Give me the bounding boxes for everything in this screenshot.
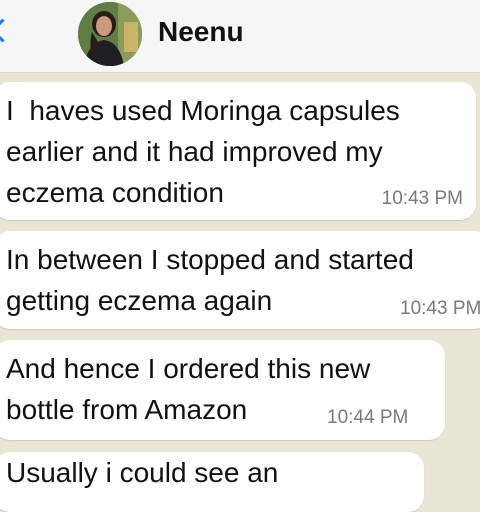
message-timestamp: 10:43 PM xyxy=(381,188,463,209)
message-bubble[interactable]: In between I stopped and started getting… xyxy=(0,231,480,329)
avatar[interactable] xyxy=(78,2,142,66)
contact-name[interactable]: Neenu xyxy=(158,16,244,48)
message-text: And hence I ordered this new bottle from… xyxy=(6,353,371,425)
message-text: In between I stopped and started getting… xyxy=(6,244,414,316)
message-bubble[interactable]: Usually i could see an xyxy=(0,452,424,512)
message-timestamp: 10:44 PM xyxy=(327,407,409,428)
chevron-left-icon[interactable] xyxy=(0,18,15,43)
message-text: I haves used Moringa capsules earlier an… xyxy=(6,95,400,208)
message-text: Usually i could see an xyxy=(6,457,279,488)
message-bubble[interactable]: I haves used Moringa capsules earlier an… xyxy=(0,82,476,220)
message-timestamp: 10:43 PM xyxy=(400,298,480,319)
message-bubble[interactable]: And hence I ordered this new bottle from… xyxy=(0,340,445,440)
chat-header: Neenu xyxy=(0,0,480,73)
